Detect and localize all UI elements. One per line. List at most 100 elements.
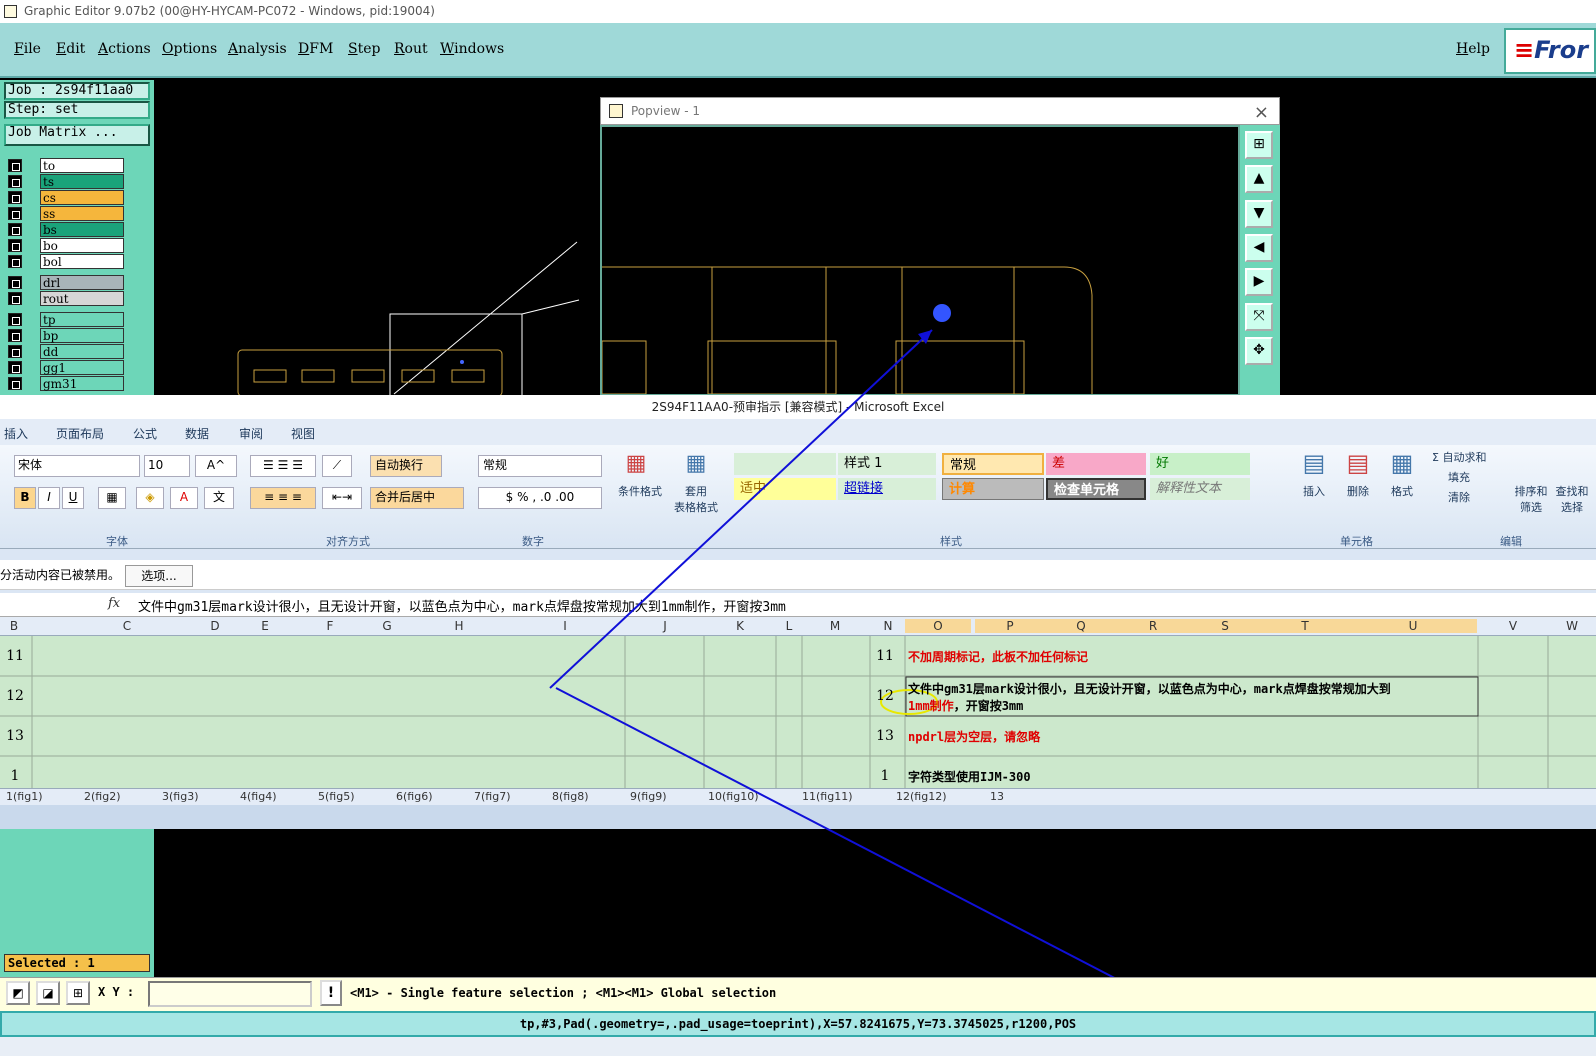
row-number[interactable]: 1 xyxy=(0,768,30,784)
tab-review[interactable]: 审阅 xyxy=(239,425,263,442)
cond-format-button[interactable]: 条件格式 xyxy=(614,483,666,499)
zoom-fit-icon[interactable]: ⤧ xyxy=(1245,303,1273,331)
font-name-select[interactable]: 宋体 xyxy=(14,455,140,477)
clear-button[interactable]: 清除 xyxy=(1448,489,1470,505)
menu-edit[interactable]: Edit xyxy=(56,41,85,57)
row-number-right[interactable]: 12 xyxy=(870,688,900,704)
row-number-right[interactable]: 11 xyxy=(870,648,900,664)
wrap-text-button[interactable]: 自动换行 xyxy=(370,455,442,477)
autosum-button[interactable]: Σ 自动求和 xyxy=(1432,449,1486,465)
insert-cells-button[interactable]: 插入 xyxy=(1296,483,1332,499)
measure-icon[interactable]: ◪ xyxy=(36,981,60,1005)
pan-up-icon[interactable]: ▲ xyxy=(1245,165,1273,193)
layer-row-gm31[interactable]: gm31 xyxy=(8,376,124,391)
underline-icon[interactable]: U xyxy=(62,487,84,509)
layer-checkbox[interactable] xyxy=(8,313,22,326)
layer-row-ss[interactable]: ss xyxy=(8,206,124,221)
column-header-K[interactable]: K xyxy=(704,619,776,633)
menu-file[interactable]: File xyxy=(14,41,41,57)
row-number[interactable]: 12 xyxy=(0,688,30,704)
column-header-E[interactable]: E xyxy=(240,619,290,633)
style-good[interactable]: 好 xyxy=(1150,453,1250,475)
column-header-O[interactable]: O xyxy=(905,619,971,633)
layer-checkbox[interactable] xyxy=(8,292,22,305)
sheet-tab[interactable]: 2(fig2) xyxy=(84,790,121,803)
menu-help[interactable]: Help xyxy=(1456,41,1490,57)
layer-row-drl[interactable]: drl xyxy=(8,275,124,290)
border-icon[interactable]: ▦ xyxy=(98,487,126,509)
row-number-right[interactable]: 1 xyxy=(870,768,900,784)
tab-view[interactable]: 视图 xyxy=(291,425,315,442)
sheet-tab[interactable]: 8(fig8) xyxy=(552,790,589,803)
delete-cells-button[interactable]: 删除 xyxy=(1340,483,1376,499)
layer-row-bs[interactable]: bs xyxy=(8,222,124,237)
column-header-J[interactable]: J xyxy=(625,619,705,633)
select-mode-icon[interactable]: ◩ xyxy=(6,981,30,1005)
layer-row-cs[interactable]: cs xyxy=(8,190,124,205)
layer-checkbox[interactable] xyxy=(8,276,22,289)
popview-canvas[interactable] xyxy=(600,125,1240,396)
indent-icons[interactable]: ⇤⇥ xyxy=(322,487,362,509)
column-header-G[interactable]: G xyxy=(362,619,412,633)
menu-options[interactable]: Options xyxy=(162,41,217,57)
style-calc[interactable]: 计算 xyxy=(942,478,1044,500)
layer-name[interactable]: gm31 xyxy=(40,376,124,391)
layer-name[interactable]: bo xyxy=(40,238,124,253)
row-number[interactable]: 11 xyxy=(0,648,30,664)
column-header-V[interactable]: V xyxy=(1478,619,1548,633)
style-blank[interactable] xyxy=(734,453,836,475)
tab-data[interactable]: 数据 xyxy=(185,425,209,442)
layer-row-to[interactable]: to xyxy=(8,158,124,173)
layer-checkbox[interactable] xyxy=(8,329,22,342)
options-button[interactable]: 选项... xyxy=(125,565,193,587)
layer-checkbox[interactable] xyxy=(8,255,22,268)
column-header-H[interactable]: H xyxy=(414,619,504,633)
sort-filter-button[interactable]: 排序和 xyxy=(1512,483,1550,499)
column-header-S[interactable]: S xyxy=(1189,619,1261,633)
layer-name[interactable]: bp xyxy=(40,328,124,343)
sheet-tab[interactable]: 6(fig6) xyxy=(396,790,433,803)
popview-titlebar[interactable]: Popview - 1 × xyxy=(600,97,1280,125)
layer-row-bo[interactable]: bo xyxy=(8,238,124,253)
zoom-home-icon[interactable]: ⊞ xyxy=(1245,131,1273,159)
layer-checkbox[interactable] xyxy=(8,377,22,390)
font-size-select[interactable]: 10 xyxy=(144,455,190,477)
sheet-tab[interactable]: 10(fig10) xyxy=(708,790,759,803)
layer-name[interactable]: bs xyxy=(40,222,124,237)
layer-name[interactable]: drl xyxy=(40,275,124,290)
warning-button[interactable]: ! xyxy=(320,980,342,1006)
sort-filter-button-2[interactable]: 筛选 xyxy=(1512,499,1550,515)
bold-icon[interactable]: B xyxy=(14,487,36,509)
menu-analysis[interactable]: Analysis xyxy=(228,41,287,57)
tab-formulas[interactable]: 公式 xyxy=(133,425,157,442)
style-bad[interactable]: 差 xyxy=(1046,453,1146,475)
layer-row-bp[interactable]: bp xyxy=(8,328,124,343)
tab-page-layout[interactable]: 页面布局 xyxy=(56,425,104,442)
menu-rout[interactable]: Rout xyxy=(394,41,428,57)
layer-checkbox[interactable] xyxy=(8,191,22,204)
menu-step[interactable]: Step xyxy=(348,41,380,57)
sheet-grid[interactable]: 11 11 不加周期标记，此板不加任何标记 12 12 文件中gm31层mark设计很小，… xyxy=(0,636,1596,788)
zoom-center-icon[interactable]: ✥ xyxy=(1245,337,1273,365)
sheet-tab[interactable]: 5(fig5) xyxy=(318,790,355,803)
sheet-tab[interactable]: 1(fig1) xyxy=(6,790,43,803)
column-header-U[interactable]: U xyxy=(1349,619,1477,633)
style-neutral[interactable]: 适中 xyxy=(734,478,836,500)
style-explain[interactable]: 解释性文本 xyxy=(1150,478,1250,500)
column-header-T[interactable]: T xyxy=(1261,619,1349,633)
close-icon[interactable]: × xyxy=(1254,100,1269,126)
layer-name[interactable]: to xyxy=(40,158,124,173)
layer-row-dd[interactable]: dd xyxy=(8,344,124,359)
phonetic-icon[interactable]: 文 xyxy=(204,487,234,509)
fx-icon[interactable]: fx xyxy=(108,596,120,611)
column-header-W[interactable]: W xyxy=(1548,619,1596,633)
merge-center-button[interactable]: 合并后居中 xyxy=(370,487,464,509)
layer-name[interactable]: gg1 xyxy=(40,360,124,375)
style-normal[interactable]: 常规 xyxy=(942,453,1044,475)
font-color-icon[interactable]: A xyxy=(170,487,198,509)
column-header-Q[interactable]: Q xyxy=(1045,619,1117,633)
sheet-tab[interactable]: 13 xyxy=(990,790,1004,803)
xy-input[interactable] xyxy=(148,981,312,1007)
layer-row-ts[interactable]: ts xyxy=(8,174,124,189)
format-cells-button[interactable]: 格式 xyxy=(1384,483,1420,499)
